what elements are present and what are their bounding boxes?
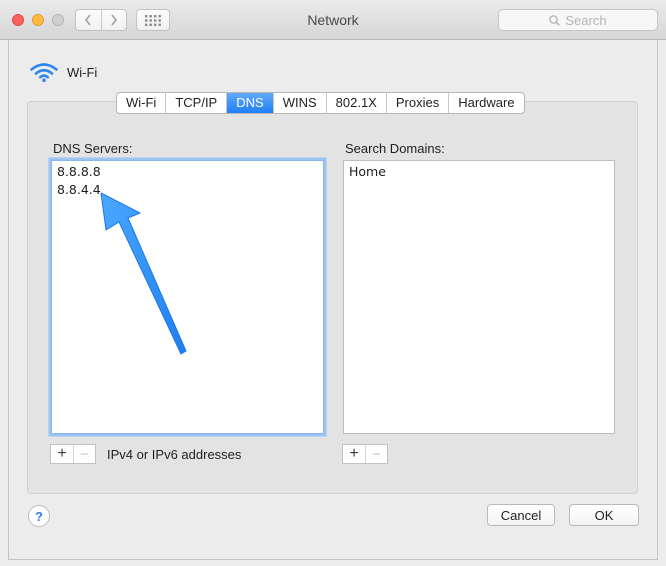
search-placeholder: Search [565, 12, 607, 28]
search-field[interactable]: Search [498, 9, 658, 31]
domain-add-button[interactable]: + [343, 445, 365, 463]
wifi-icon [30, 63, 58, 82]
title-bar: Network Search [0, 0, 666, 40]
dns-servers-label: DNS Servers: [53, 141, 133, 156]
list-item[interactable]: Home [344, 161, 614, 179]
list-item[interactable]: 8.8.8.8 [52, 161, 323, 179]
interface-name: Wi-Fi [67, 64, 98, 80]
tab-8021x[interactable]: 802.1X [325, 93, 386, 113]
dns-hint: IPv4 or IPv6 addresses [107, 447, 242, 462]
interface-header: Wi-Fi [29, 62, 97, 82]
tab-wins[interactable]: WINS [272, 93, 326, 113]
tab-wifi[interactable]: Wi-Fi [117, 93, 165, 113]
tab-hardware[interactable]: Hardware [448, 93, 523, 113]
minus-icon: − [80, 445, 89, 463]
domain-remove-button[interactable]: − [365, 445, 387, 463]
ok-button[interactable]: OK [569, 504, 639, 526]
dns-remove-button[interactable]: − [73, 445, 95, 463]
question-icon: ? [35, 508, 43, 524]
plus-icon: + [349, 445, 359, 462]
magnifier-icon [549, 14, 561, 26]
help-button[interactable]: ? [28, 505, 50, 527]
tab-proxies[interactable]: Proxies [385, 93, 448, 113]
dns-add-button[interactable]: + [51, 445, 73, 463]
search-domains-label: Search Domains: [345, 141, 445, 156]
plus-icon: + [57, 445, 67, 462]
dns-servers-list[interactable]: 8.8.8.8 8.8.4.4 [51, 160, 324, 434]
tab-bar: Wi-Fi TCP/IP DNS WINS 802.1X Proxies Har… [116, 92, 525, 114]
tab-tcpip[interactable]: TCP/IP [165, 93, 226, 113]
list-item[interactable]: 8.8.4.4 [52, 179, 323, 197]
cancel-button[interactable]: Cancel [487, 504, 555, 526]
advanced-settings-sheet: Wi-Fi Wi-Fi TCP/IP DNS WINS 802.1X Proxi… [8, 40, 658, 560]
domains-add-remove: + − [342, 444, 388, 464]
search-domains-list[interactable]: Home [343, 160, 615, 434]
dns-add-remove: + − [50, 444, 96, 464]
minus-icon: − [372, 445, 381, 463]
tab-dns[interactable]: DNS [226, 93, 273, 113]
